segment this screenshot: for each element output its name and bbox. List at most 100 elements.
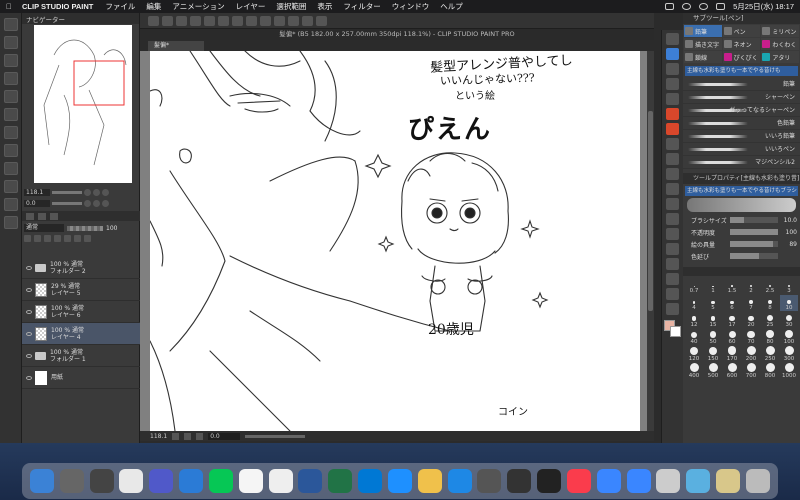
snap-icon[interactable]: [3, 198, 18, 211]
sub-tool-group-tab[interactable]: 鉛筆: [684, 25, 722, 37]
brush-size-option[interactable]: 250: [761, 346, 779, 362]
layer-row[interactable]: 100 % 通常 フォルダー 1: [22, 345, 140, 367]
control-center-icon[interactable]: [716, 3, 726, 10]
navigator-tab[interactable]: ナビゲーター: [22, 13, 139, 24]
clip-studio-icon[interactable]: [89, 469, 114, 493]
whiteboard-icon[interactable]: [656, 469, 681, 493]
opacity-slider[interactable]: [67, 225, 103, 231]
menu-file[interactable]: ファイル: [105, 1, 135, 12]
brush-size-option[interactable]: 1000: [780, 363, 798, 379]
menu-layer[interactable]: レイヤー: [236, 1, 266, 12]
sub-color-swatch[interactable]: [670, 326, 681, 337]
property-value[interactable]: 89: [781, 241, 797, 248]
canvas-area[interactable]: 髪型アレンジ普やしてし いいんじゃない??? という絵 ぴえん 20歳児 コイン: [140, 51, 654, 431]
clock[interactable]: 5月25日(水) 18:17: [733, 1, 794, 12]
close-icon[interactable]: [3, 36, 18, 49]
sub-tool-group-tab[interactable]: 鎖線: [684, 51, 722, 63]
layer-property-tab-icon[interactable]: [38, 212, 46, 220]
status-rotation[interactable]: 0.0: [208, 432, 241, 440]
zoom-out-icon[interactable]: [84, 189, 91, 196]
launchpad-icon[interactable]: [59, 469, 84, 493]
scroll-thumb[interactable]: [648, 111, 653, 311]
ruler-tool-icon[interactable]: [666, 198, 679, 210]
property-slider[interactable]: [730, 241, 778, 247]
sub-tool-group-tab[interactable]: わくわく: [761, 38, 799, 50]
brush-size-option[interactable]: 60: [723, 329, 741, 345]
zoom-in-icon[interactable]: [93, 189, 100, 196]
brush-tool-icon[interactable]: [666, 78, 679, 90]
eye-icon[interactable]: [26, 353, 32, 358]
airbrush-tool-icon[interactable]: [666, 93, 679, 105]
zoom-out-button[interactable]: [172, 432, 180, 440]
selection-tool-icon[interactable]: [666, 273, 679, 285]
canvas-vertical-scrollbar[interactable]: [647, 51, 654, 431]
new-layer-icon[interactable]: [54, 235, 61, 242]
delete-icon[interactable]: [3, 108, 18, 121]
menu-filter[interactable]: フィルター: [343, 1, 380, 12]
flip-icon[interactable]: [102, 200, 109, 207]
selected-brush-name[interactable]: 主線も水彩も塗りも一本でやる昔けも: [685, 66, 798, 76]
brush-size-option[interactable]: 170: [723, 346, 741, 362]
brush-size-option[interactable]: 2: [742, 278, 760, 294]
brush-size-option[interactable]: 17: [723, 312, 741, 328]
brush-item[interactable]: いいろペン: [683, 143, 800, 156]
opacity-value[interactable]: 100: [106, 225, 117, 232]
eye-icon[interactable]: [26, 331, 32, 336]
word-icon[interactable]: [298, 469, 323, 493]
sub-tool-group-tab[interactable]: 描き文字: [684, 38, 722, 50]
eraser-tool-icon[interactable]: [666, 63, 679, 75]
layer-row[interactable]: 100 % 通常 レイヤー 4: [22, 323, 140, 345]
music-icon[interactable]: [566, 469, 591, 493]
brush-size-option[interactable]: 500: [704, 363, 722, 379]
brush-size-option[interactable]: 200: [742, 346, 760, 362]
sub-tool-group-tab[interactable]: アタリ: [761, 51, 799, 63]
clip-icon[interactable]: [34, 235, 41, 242]
fit-button[interactable]: [196, 432, 204, 440]
toolbar-icon-6[interactable]: [218, 15, 229, 26]
zoom-value[interactable]: 118.1: [24, 189, 50, 196]
toolbar-icon-1[interactable]: [148, 15, 159, 26]
quicktime-icon[interactable]: [507, 469, 532, 493]
status-zoom[interactable]: 118.1: [150, 433, 167, 440]
rotation-slider[interactable]: [245, 434, 306, 438]
text-tool-icon[interactable]: [666, 213, 679, 225]
brush-size-option[interactable]: 120: [685, 346, 703, 362]
blend-tool-icon[interactable]: [666, 123, 679, 135]
sub-tool-group-tab[interactable]: ネオン: [722, 38, 761, 50]
reference-icon[interactable]: [44, 235, 51, 242]
brush-size-option[interactable]: 40: [685, 329, 703, 345]
mask-icon[interactable]: [74, 235, 81, 242]
menu-animation[interactable]: アニメーション: [172, 1, 224, 12]
toolbar-icon-9[interactable]: [260, 15, 271, 26]
toolbar-icon-3[interactable]: [176, 15, 187, 26]
toolbar-icon-7[interactable]: [232, 15, 243, 26]
new-folder-icon[interactable]: [64, 235, 71, 242]
brush-size-option[interactable]: 5: [704, 295, 722, 311]
document-tab[interactable]: 髪偏*: [148, 41, 204, 51]
toolbar-icon-10[interactable]: [274, 15, 285, 26]
toolbar-icon-12[interactable]: [302, 15, 313, 26]
brush-size-option[interactable]: 300: [780, 346, 798, 362]
brush-size-option[interactable]: 10: [780, 295, 798, 311]
photos-icon[interactable]: [238, 469, 263, 493]
brush-item[interactable]: 鉛筆: [683, 78, 800, 91]
brush-size-option[interactable]: 80: [761, 329, 779, 345]
chrome-icon[interactable]: [119, 469, 144, 493]
menu-window[interactable]: ウィンドウ: [392, 1, 430, 12]
decoration-tool-icon[interactable]: [666, 108, 679, 120]
brush-size-option[interactable]: 4: [685, 295, 703, 311]
sub-tool-group-tab[interactable]: ぴくぴく: [722, 51, 761, 63]
brush-size-option[interactable]: 30: [780, 312, 798, 328]
brush-size-option[interactable]: 400: [685, 363, 703, 379]
brush-size-option[interactable]: 50: [704, 329, 722, 345]
menu-view[interactable]: 表示: [317, 1, 332, 12]
brush-size-option[interactable]: 70: [742, 329, 760, 345]
brush-size-option[interactable]: 800: [761, 363, 779, 379]
zoom-in-button[interactable]: [184, 432, 192, 440]
eye-icon[interactable]: [26, 375, 32, 380]
pen-tool-icon[interactable]: [666, 48, 679, 60]
redo-icon[interactable]: [3, 90, 18, 103]
deselect-icon[interactable]: [3, 162, 18, 175]
brush-size-option[interactable]: 3: [780, 278, 798, 294]
brush-size-option[interactable]: 20: [742, 312, 760, 328]
